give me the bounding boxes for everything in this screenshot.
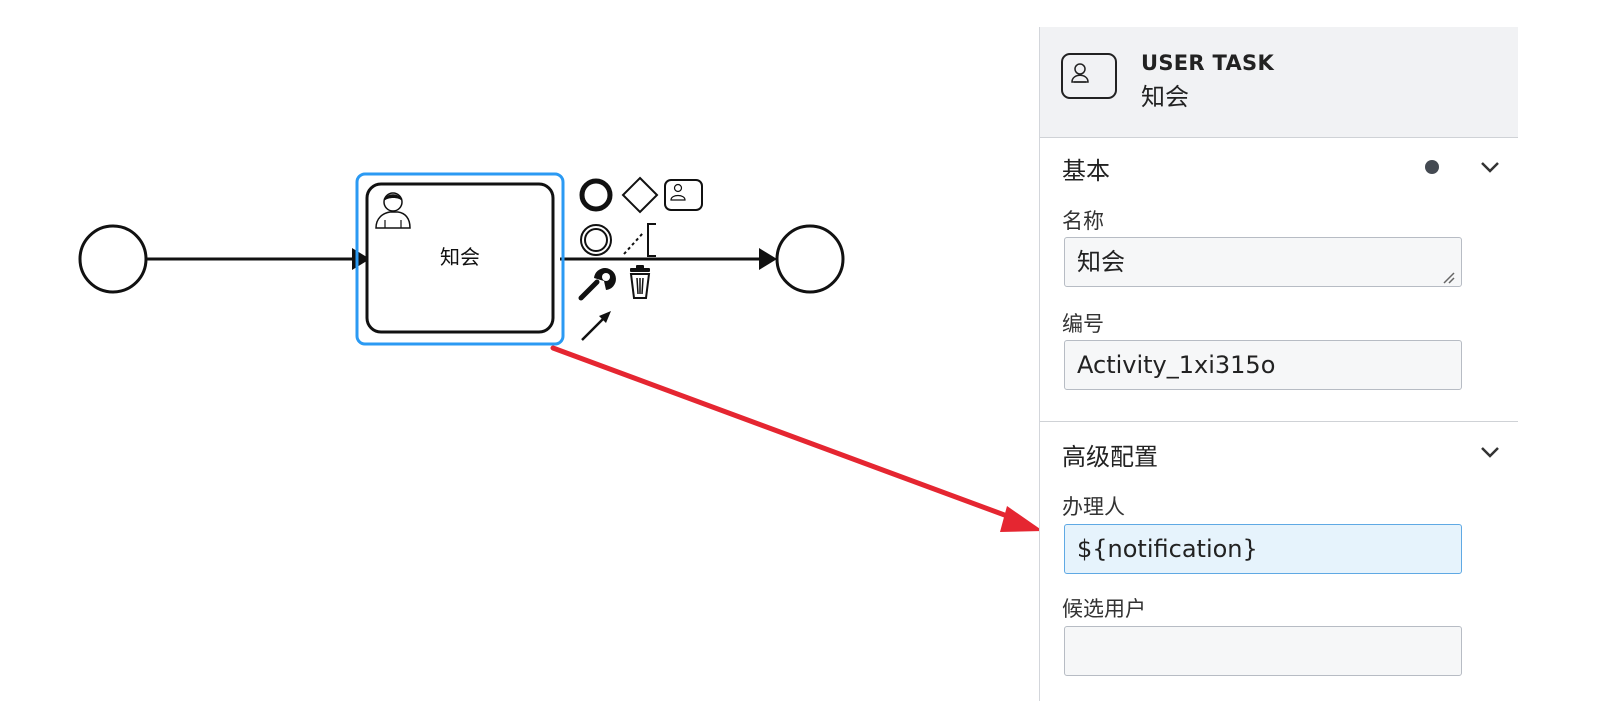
name-field[interactable]: 知会	[1064, 237, 1462, 287]
properties-panel: USER TASK 知会 基本 名称 知会 编号 Activity_1xi315…	[1039, 27, 1518, 701]
group-divider	[1040, 421, 1518, 422]
connect-arrow-icon[interactable]	[581, 311, 611, 341]
append-intermediate-event-icon[interactable]	[580, 224, 612, 256]
candidate-users-field[interactable]	[1064, 626, 1462, 676]
start-event[interactable]	[78, 224, 148, 294]
delete-trash-icon[interactable]	[629, 265, 651, 299]
user-task-icon	[1061, 53, 1117, 99]
append-user-task-icon[interactable]	[664, 179, 703, 211]
chevron-down-icon[interactable]	[1476, 438, 1504, 466]
change-type-wrench-icon[interactable]	[578, 268, 616, 301]
name-label: 名称	[1062, 209, 1104, 233]
append-gateway-icon[interactable]	[621, 176, 659, 214]
chevron-down-icon[interactable]	[1476, 153, 1504, 181]
resize-handle-icon[interactable]	[1441, 270, 1455, 284]
sequence-flow-out-arrow	[759, 248, 777, 270]
append-text-annotation-icon[interactable]	[623, 223, 656, 257]
element-name: 知会	[1141, 83, 1189, 111]
panel-header: USER TASK 知会	[1040, 27, 1518, 138]
id-field[interactable]: Activity_1xi315o	[1064, 340, 1462, 390]
candidate-users-label: 候选用户	[1062, 597, 1146, 621]
user-task[interactable]: 知会	[365, 182, 555, 334]
user-task-label: 知会	[440, 245, 480, 269]
id-label: 编号	[1062, 312, 1104, 336]
end-event[interactable]	[775, 224, 845, 294]
group-basic-title[interactable]: 基本	[1062, 151, 1110, 186]
group-basic-dirty-indicator	[1425, 160, 1439, 174]
group-advanced-title[interactable]: 高级配置	[1062, 437, 1158, 472]
append-end-event-icon[interactable]	[579, 178, 613, 212]
annotation-arrow	[550, 345, 1043, 532]
element-type: USER TASK	[1141, 51, 1275, 75]
assignee-label: 办理人	[1062, 495, 1125, 519]
assignee-field[interactable]: ${notification}	[1064, 524, 1462, 574]
